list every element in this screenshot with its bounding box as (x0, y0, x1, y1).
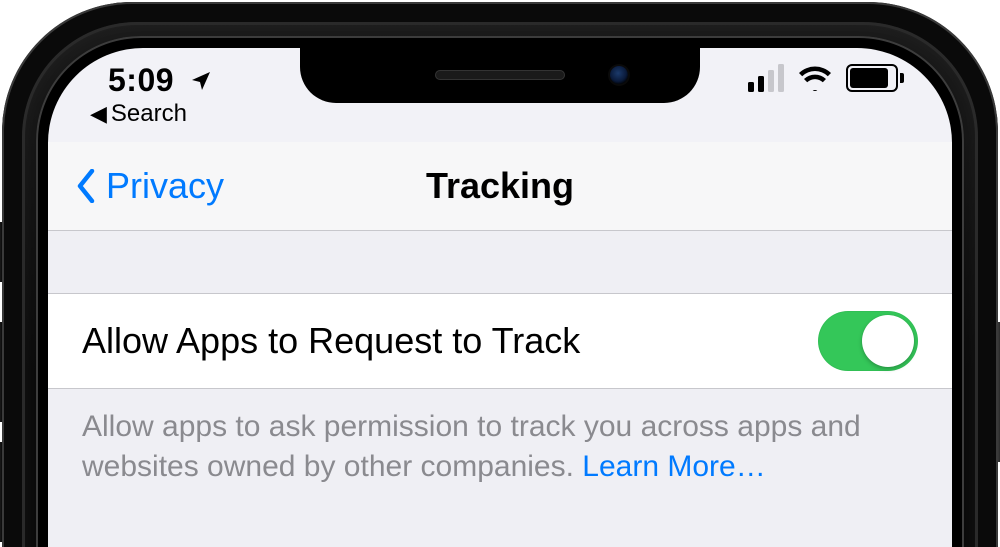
back-to-app-button[interactable]: ◀︎ Search (90, 100, 187, 128)
front-camera (610, 66, 628, 84)
speaker-grille (435, 70, 565, 80)
allow-tracking-label: Allow Apps to Request to Track (82, 320, 818, 362)
location-icon (189, 62, 213, 99)
allow-tracking-row: Allow Apps to Request to Track (48, 293, 952, 389)
volume-up-button[interactable] (0, 322, 2, 422)
toggle-knob (862, 315, 914, 367)
chevron-left-icon (76, 169, 96, 203)
caret-left-icon: ◀︎ (90, 101, 107, 127)
screen: 5:09 ◀︎ Search (48, 48, 952, 547)
wifi-icon (798, 65, 832, 91)
mute-switch[interactable] (0, 222, 2, 282)
learn-more-link[interactable]: Learn More… (582, 450, 765, 483)
cellular-icon (748, 64, 784, 92)
status-time: 5:09 (108, 62, 213, 99)
navigation-bar: Privacy Tracking (48, 142, 952, 231)
allow-tracking-toggle[interactable] (818, 311, 918, 371)
section-footer: Allow apps to ask permission to track yo… (48, 389, 952, 547)
list-section-spacer (48, 231, 952, 294)
clock-text: 5:09 (108, 62, 174, 98)
battery-icon (846, 64, 904, 92)
back-button-label: Privacy (106, 165, 224, 207)
back-to-app-label: Search (111, 100, 187, 128)
page-title: Tracking (426, 165, 574, 207)
back-button[interactable]: Privacy (76, 142, 224, 230)
volume-down-button[interactable] (0, 442, 2, 542)
notch (300, 48, 700, 103)
phone-frame: 5:09 ◀︎ Search (2, 2, 998, 547)
